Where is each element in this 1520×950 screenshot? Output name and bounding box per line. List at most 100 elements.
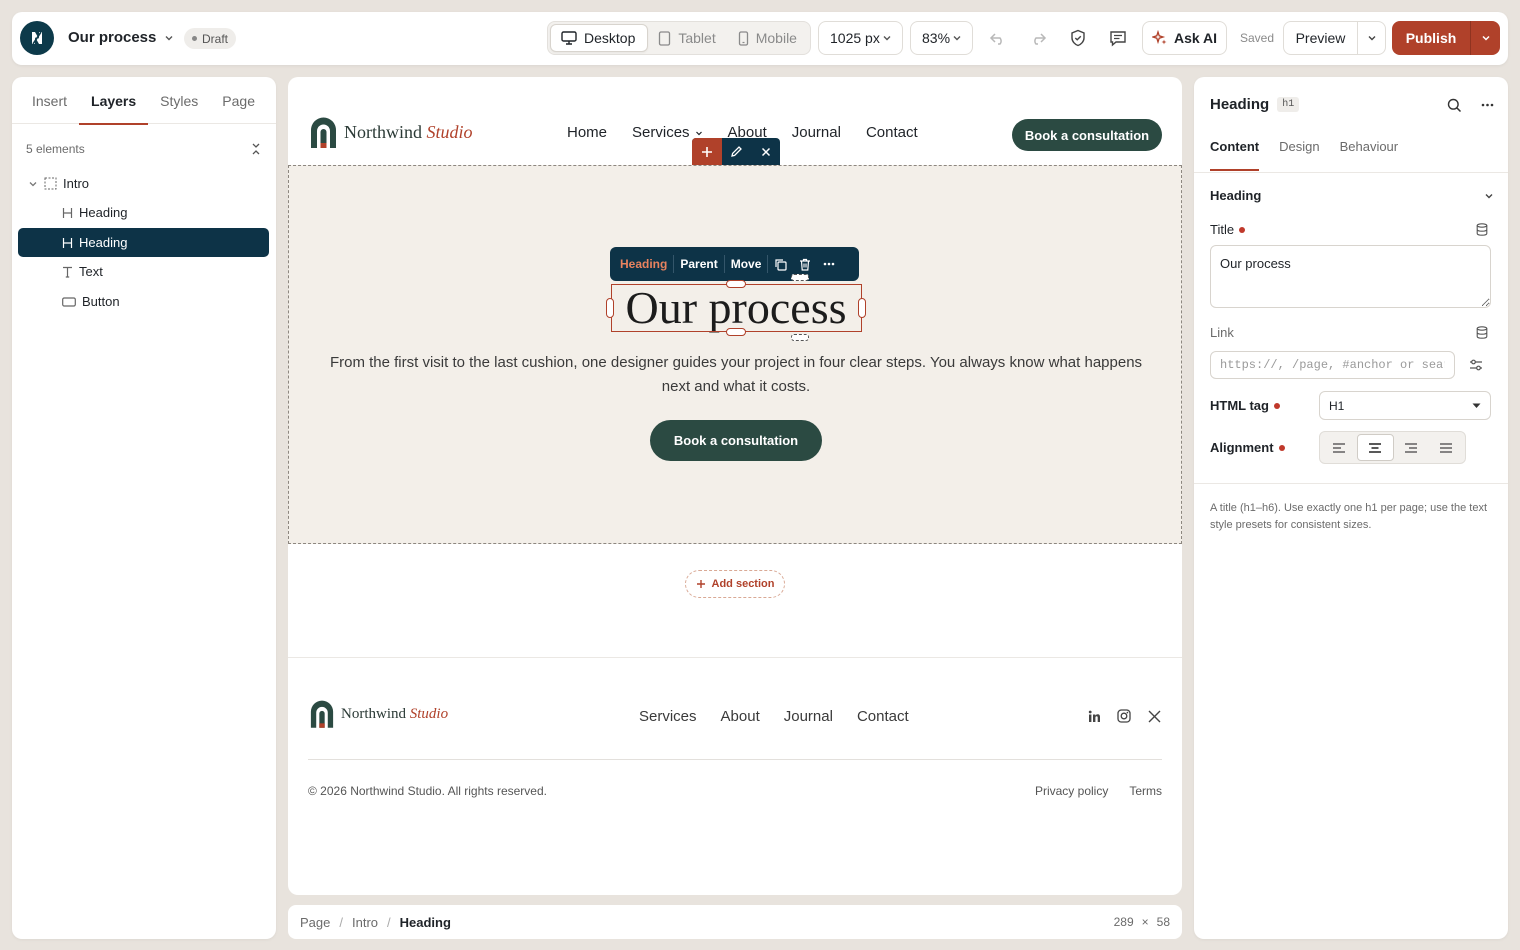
element-width: 289 xyxy=(1113,915,1134,929)
align-left-icon xyxy=(1333,442,1346,453)
viewport-width-select[interactable]: 1025 px xyxy=(818,21,903,55)
tabs-divider xyxy=(1194,172,1508,173)
ask-ai-button[interactable]: Ask AI xyxy=(1142,21,1227,55)
element-toolbar-crumb[interactable]: Heading xyxy=(614,251,673,277)
device-tablet-button[interactable]: Tablet xyxy=(648,24,727,52)
more-options-button[interactable] xyxy=(817,251,841,277)
edit-nav-item-button[interactable] xyxy=(722,138,751,165)
layer-item-intro[interactable]: Intro xyxy=(18,169,269,198)
sliders-icon xyxy=(1470,359,1482,371)
required-indicator xyxy=(1239,226,1246,233)
footer-link-journal[interactable]: Journal xyxy=(784,708,833,725)
redo-button[interactable] xyxy=(1025,25,1051,51)
close-nav-toolbar-button[interactable] xyxy=(751,138,780,165)
footer-nav: Services About Journal Contact xyxy=(639,708,909,725)
zoom-select[interactable]: 83% xyxy=(910,21,973,55)
nav-journal[interactable]: Journal xyxy=(792,124,841,141)
tab-page[interactable]: Page xyxy=(210,77,267,124)
align-right-button[interactable] xyxy=(1394,434,1429,461)
accessibility-check-button[interactable] xyxy=(1065,25,1091,51)
instagram-link[interactable] xyxy=(1116,708,1132,724)
title-field-label: Title xyxy=(1210,222,1246,237)
html-tag-select[interactable]: H1 xyxy=(1319,391,1491,420)
nav-services-label: Services xyxy=(632,124,690,141)
link-input[interactable] xyxy=(1210,351,1455,379)
spacing-handle-bottom[interactable] xyxy=(791,334,809,341)
resize-handle-top[interactable] xyxy=(726,280,746,288)
footer-link-contact[interactable]: Contact xyxy=(857,708,909,725)
breadcrumb-page[interactable]: Page xyxy=(300,915,330,930)
desktop-icon xyxy=(561,31,577,45)
align-center-button[interactable] xyxy=(1356,434,1394,461)
tab-layers[interactable]: Layers xyxy=(79,77,149,125)
add-nav-item-button[interactable] xyxy=(692,138,722,165)
resize-handle-right[interactable] xyxy=(858,298,866,318)
chevron-down-icon xyxy=(695,131,702,135)
link-dynamic-data-button[interactable] xyxy=(1475,325,1489,339)
terms-link[interactable]: Terms xyxy=(1129,784,1162,798)
add-section-button[interactable]: Add section xyxy=(685,570,785,598)
footer-link-services[interactable]: Services xyxy=(639,708,697,725)
nav-home[interactable]: Home xyxy=(567,124,607,141)
publish-button[interactable]: Publish xyxy=(1392,21,1470,55)
title-dynamic-data-button[interactable] xyxy=(1475,222,1489,236)
footer-divider xyxy=(308,759,1162,760)
comments-button[interactable] xyxy=(1105,25,1131,51)
footer-brand[interactable]: Northwind Studio xyxy=(310,700,448,728)
tab-insert[interactable]: Insert xyxy=(20,77,79,124)
align-right-icon xyxy=(1404,442,1417,453)
breadcrumb-intro[interactable]: Intro xyxy=(352,915,378,930)
inspector-search-button[interactable] xyxy=(1444,95,1464,115)
linkedin-link[interactable] xyxy=(1086,708,1102,724)
mobile-icon xyxy=(738,30,748,46)
element-height: 58 xyxy=(1156,915,1170,929)
inspector-more-button[interactable] xyxy=(1477,95,1497,115)
device-desktop-button[interactable]: Desktop xyxy=(550,24,649,52)
tab-behaviour[interactable]: Behaviour xyxy=(1340,139,1399,173)
collapse-all-button[interactable] xyxy=(250,142,262,156)
alignment-segmented-control xyxy=(1319,431,1466,464)
nav-contact[interactable]: Contact xyxy=(866,124,918,141)
linkedin-icon xyxy=(1088,710,1100,722)
app-logo[interactable] xyxy=(20,21,54,55)
select-parent-button[interactable]: Parent xyxy=(674,251,723,277)
more-horizontal-icon xyxy=(1481,103,1493,107)
header-cta-button[interactable]: Book a consultation xyxy=(1012,119,1162,151)
align-left-button[interactable] xyxy=(1322,434,1357,461)
spacing-handle-top[interactable] xyxy=(791,274,809,281)
title-input[interactable] xyxy=(1210,245,1491,308)
hero-section-intro[interactable]: Heading Parent Move Our process From the… xyxy=(288,165,1182,544)
preview-button[interactable]: Preview xyxy=(1284,22,1357,54)
duplicate-button[interactable] xyxy=(768,251,793,277)
layer-item-heading[interactable]: Heading xyxy=(18,198,269,227)
publish-options-button[interactable] xyxy=(1470,21,1500,55)
hero-text[interactable]: From the first visit to the last cushion… xyxy=(315,351,1157,399)
link-settings-button[interactable] xyxy=(1468,357,1484,373)
hero-heading[interactable]: Our process xyxy=(611,283,861,333)
x-link[interactable] xyxy=(1146,708,1162,724)
chevron-down-icon[interactable] xyxy=(28,179,38,189)
page-canvas: Northwind Studio Home Services About Jou… xyxy=(288,77,1182,895)
section-divider xyxy=(1194,483,1508,484)
preview-options-button[interactable] xyxy=(1357,22,1385,54)
privacy-policy-link[interactable]: Privacy policy xyxy=(1035,784,1108,798)
layer-item-button[interactable]: Button xyxy=(18,287,269,316)
tab-design[interactable]: Design xyxy=(1279,139,1319,173)
hero-cta-button[interactable]: Book a consultation xyxy=(650,420,822,461)
site-brand[interactable]: Northwind Studio xyxy=(310,117,473,148)
document-title-dropdown[interactable]: Our process xyxy=(68,29,174,46)
element-toolbar: Heading Parent Move xyxy=(610,247,859,281)
comment-icon xyxy=(1110,30,1126,47)
resize-handle-left[interactable] xyxy=(606,298,614,318)
resize-handle-bottom[interactable] xyxy=(726,328,746,336)
device-mobile-button[interactable]: Mobile xyxy=(728,24,809,52)
tab-styles[interactable]: Styles xyxy=(148,77,210,124)
tab-content[interactable]: Content xyxy=(1210,139,1260,173)
align-justify-button[interactable] xyxy=(1428,434,1463,461)
layer-item-heading-selected[interactable]: Heading xyxy=(18,228,269,257)
undo-button[interactable] xyxy=(985,25,1011,51)
move-element-button[interactable]: Move xyxy=(725,251,768,277)
heading-section-toggle[interactable]: Heading xyxy=(1210,188,1494,203)
footer-link-about[interactable]: About xyxy=(721,708,760,725)
layer-item-text[interactable]: Text xyxy=(18,257,269,286)
